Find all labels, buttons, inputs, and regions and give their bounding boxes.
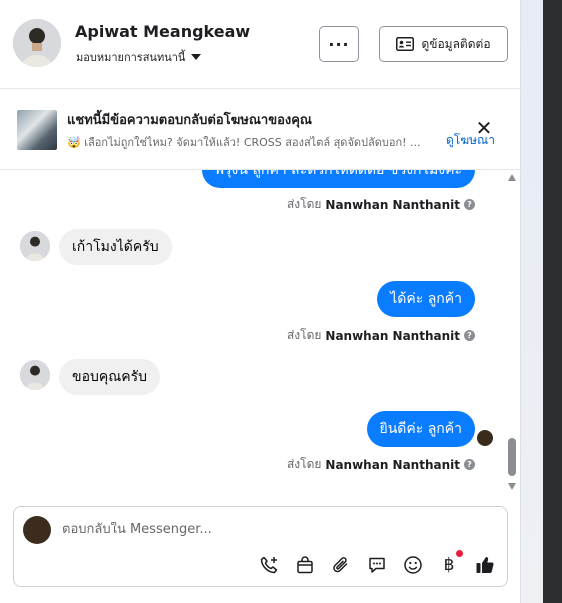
sender-info: ส่งโดย Nanwhan Nanthanit ? — [287, 195, 475, 214]
scroll-down-arrow-icon[interactable] — [508, 483, 516, 490]
person-photo-icon — [20, 231, 50, 261]
help-icon[interactable]: ? — [464, 459, 475, 470]
message-bubble-incoming[interactable]: เก้าโมงได้ครับ — [59, 229, 172, 265]
assign-conversation-label: มอบหมายการสนทนานี้ — [76, 51, 186, 64]
contact-avatar-small — [20, 231, 50, 261]
ad-thumbnail[interactable] — [17, 110, 57, 150]
message-bubble-incoming[interactable]: ขอบคุณครับ — [59, 359, 160, 395]
baht-symbol: ฿ — [443, 555, 455, 575]
seen-by-avatar — [477, 430, 493, 446]
ad-banner-title: แชทนี้มีข้อความตอบกลับต่อโฆษณาของคุณ — [67, 113, 312, 128]
contact-avatar-small — [20, 360, 50, 390]
page-avatar — [23, 516, 51, 544]
person-photo-icon — [20, 360, 50, 390]
reply-input[interactable] — [62, 522, 482, 537]
caret-down-icon — [191, 54, 202, 60]
sender-info: ส่งโดย Nanwhan Nanthanit ? — [287, 455, 475, 474]
sender-name: Nanwhan Nanthanit — [325, 457, 460, 472]
shopping-bag-icon[interactable] — [294, 554, 316, 576]
notification-dot — [456, 550, 463, 557]
paperclip-icon[interactable] — [330, 554, 352, 576]
saved-reply-icon[interactable] — [366, 554, 388, 576]
ad-reply-banner: แชทนี้มีข้อความตอบกลับต่อโฆษณาของคุณ 🤯 เ… — [0, 89, 521, 170]
sender-prefix: ส่งโดย — [286, 328, 322, 342]
assign-conversation-dropdown[interactable]: มอบหมายการสนทนานี้ — [76, 48, 202, 66]
side-background — [521, 0, 543, 603]
message-bubble-outgoing[interactable]: ได้ค่ะ ลูกค้า — [377, 281, 475, 317]
close-icon[interactable]: ✕ — [473, 117, 495, 139]
ad-text-snippet: 🤯 เลือกไม่ถูกใช่ไหม? จัดมาให้แล้ว! CROSS… — [67, 136, 421, 149]
like-icon[interactable] — [474, 554, 496, 576]
view-contact-label: ดูข้อมูลติดต่อ — [421, 36, 491, 51]
sender-prefix: ส่งโดย — [286, 197, 322, 211]
more-options-button[interactable]: ··· — [319, 26, 359, 62]
contact-avatar[interactable] — [13, 19, 61, 67]
message-bubble-outgoing[interactable]: พรุ่งนี้ ลูกค้า สะดวกให้ติดต่อ ช่วงกี่โม… — [201, 170, 475, 188]
conversation-panel: Apiwat Meangkeaw มอบหมายการสนทนานี้ ··· … — [0, 0, 521, 603]
message-bubble-outgoing[interactable]: ยินดีค่ะ ลูกค้า — [366, 411, 475, 447]
sender-prefix: ส่งโดย — [286, 457, 322, 471]
thread-scrollbar[interactable] — [505, 170, 519, 492]
person-photo-icon — [13, 19, 61, 67]
contact-card-icon — [396, 37, 415, 51]
message-composer: ฿ — [13, 506, 508, 587]
composer-toolbar: ฿ — [258, 550, 496, 576]
sender-info: ส่งโดย Nanwhan Nanthanit ? — [287, 326, 475, 345]
sender-name: Nanwhan Nanthanit — [325, 328, 460, 343]
help-icon[interactable]: ? — [464, 199, 475, 210]
contact-name[interactable]: Apiwat Meangkeaw — [75, 22, 250, 41]
call-add-icon[interactable] — [258, 554, 280, 576]
scroll-up-arrow-icon[interactable] — [508, 174, 516, 181]
emoji-icon[interactable] — [402, 554, 424, 576]
sender-name: Nanwhan Nanthanit — [325, 197, 460, 212]
window-edge — [543, 0, 562, 603]
view-contact-button[interactable]: ดูข้อมูลติดต่อ — [379, 26, 508, 62]
help-icon[interactable]: ? — [464, 330, 475, 341]
more-icon: ··· — [328, 34, 350, 54]
baht-payment-icon[interactable]: ฿ — [438, 550, 463, 576]
scrollbar-thumb[interactable] — [508, 438, 516, 476]
message-thread: พรุ่งนี้ ลูกค้า สะดวกให้ติดต่อ ช่วงกี่โม… — [0, 170, 521, 492]
conversation-header: Apiwat Meangkeaw มอบหมายการสนทนานี้ ··· … — [0, 0, 521, 89]
